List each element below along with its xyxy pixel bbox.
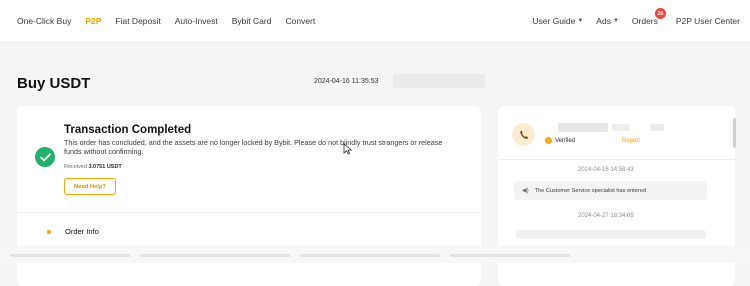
nav-fiat-deposit[interactable]: Fiat Deposit xyxy=(115,16,160,26)
order-timestamp: 2024-04-16 11:35:53 xyxy=(314,78,379,85)
report-link[interactable]: Report xyxy=(622,138,640,144)
footer-text-blurred xyxy=(450,254,570,257)
caret-down-icon: ▼ xyxy=(612,18,619,24)
chat-system-message: ◀) The Customer Service specialist has e… xyxy=(514,181,707,200)
nav-convert[interactable]: Convert xyxy=(285,16,315,26)
cursor-icon xyxy=(343,143,353,155)
caret-down-icon: ▼ xyxy=(577,18,584,24)
nav-left: One-Click Buy P2P Fiat Deposit Auto-Inve… xyxy=(17,0,329,42)
chat-message-text: The Customer Service specialist has ente… xyxy=(534,187,646,194)
received-label: Received xyxy=(64,164,87,170)
divider xyxy=(17,212,481,213)
p2p-user-center-link[interactable]: P2P User Center xyxy=(676,16,740,26)
verified-badge: ✓ Verified xyxy=(545,137,575,144)
speaker-icon: ◀) xyxy=(522,188,529,194)
need-help-button[interactable]: Need Help? xyxy=(64,178,116,195)
verified-badge-icon: ✓ xyxy=(545,137,552,144)
footer-text-blurred xyxy=(10,254,130,257)
footer-text-blurred xyxy=(300,254,440,257)
user-guide-menu[interactable]: User Guide ▼ xyxy=(532,16,583,26)
chat-message-partial xyxy=(516,230,706,239)
footer-text-blurred xyxy=(140,254,290,257)
status-title: Transaction Completed xyxy=(64,124,192,136)
ads-label: Ads xyxy=(596,16,611,26)
verified-label: Verified xyxy=(555,137,576,144)
redacted-counterparty-detail xyxy=(612,124,630,131)
received-amount: Received 3.0751 USDT xyxy=(64,164,122,170)
divider xyxy=(498,159,735,160)
order-info-heading[interactable]: Order Info xyxy=(65,227,99,236)
nav-right: User Guide ▼ Ads ▼ Orders 26 P2P User Ce… xyxy=(519,0,740,42)
orders-label: Orders xyxy=(631,16,658,26)
nav-one-click-buy[interactable]: One-Click Buy xyxy=(17,16,71,26)
nav-auto-invest[interactable]: Auto-Invest xyxy=(175,16,218,26)
redacted-order-id xyxy=(393,74,485,88)
orders-badge: 26 xyxy=(654,8,666,19)
nav-bybit-card[interactable]: Bybit Card xyxy=(232,16,272,26)
orders-link[interactable]: Orders 26 xyxy=(631,8,666,26)
nav-p2p[interactable]: P2P xyxy=(85,16,101,26)
chat-timestamp: 2024-04-27 18:34:05 xyxy=(578,213,634,219)
chat-scrollbar[interactable] xyxy=(733,118,736,148)
phone-icon[interactable] xyxy=(512,123,535,146)
step-dot-icon xyxy=(47,230,51,234)
page-title: Buy USDT xyxy=(17,75,91,92)
check-icon xyxy=(35,147,55,167)
received-value: 3.0751 USDT xyxy=(88,164,122,170)
redacted-counterparty-detail xyxy=(650,124,664,131)
chat-timestamp: 2024-04-16 14:58:43 xyxy=(578,167,634,173)
user-guide-label: User Guide xyxy=(532,16,576,26)
status-description: This order has concluded, and the assets… xyxy=(64,138,443,156)
top-nav: One-Click Buy P2P Fiat Deposit Auto-Inve… xyxy=(0,0,750,43)
redacted-counterparty-name xyxy=(558,123,608,132)
ads-menu[interactable]: Ads ▼ xyxy=(596,16,619,26)
